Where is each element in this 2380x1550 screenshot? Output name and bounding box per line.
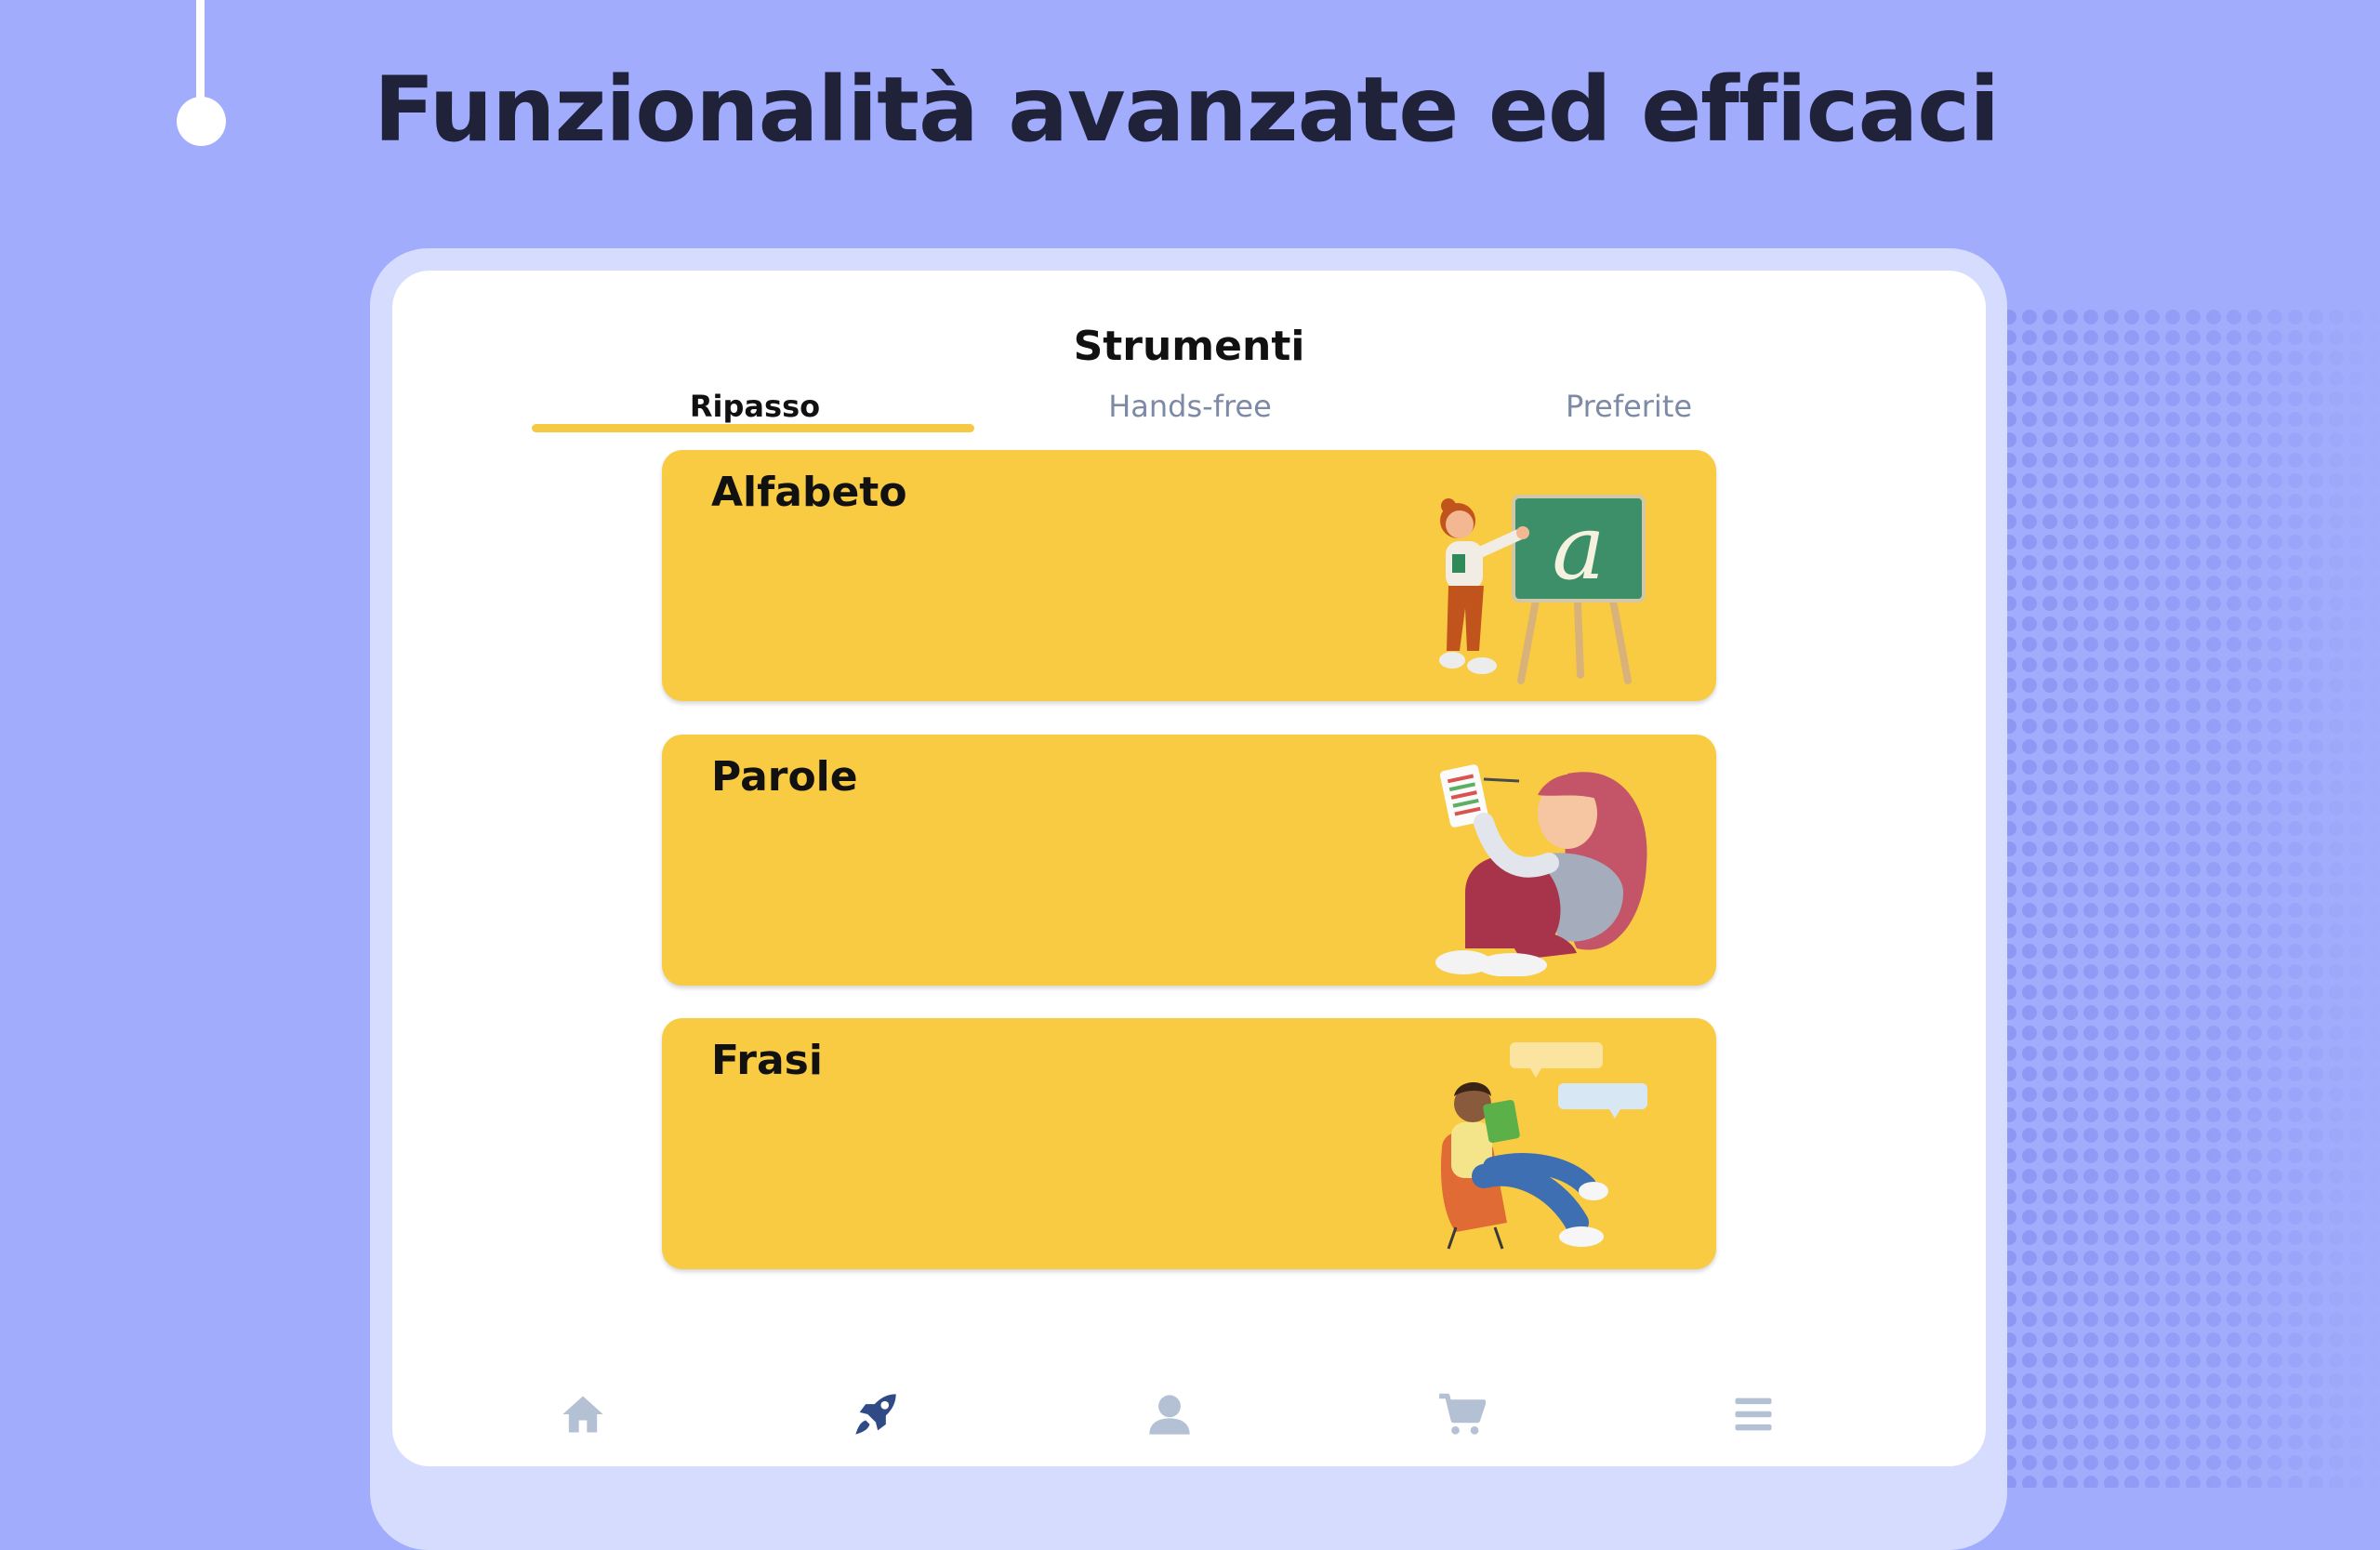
rocket-icon bbox=[855, 1394, 896, 1435]
bottom-nav bbox=[392, 1386, 1986, 1461]
app-screen: Strumenti Ripasso Hands-free Preferite A… bbox=[392, 271, 1986, 1466]
home-icon bbox=[562, 1396, 603, 1433]
card-title: Alfabeto bbox=[711, 469, 907, 516]
nav-tools[interactable] bbox=[848, 1386, 904, 1442]
card-parole[interactable]: Parole bbox=[662, 735, 1716, 986]
active-tab-indicator bbox=[532, 424, 974, 432]
timeline-dot bbox=[177, 97, 226, 146]
menu-icon bbox=[1735, 1398, 1772, 1431]
card-frasi[interactable]: Frasi bbox=[662, 1018, 1716, 1269]
nav-home[interactable] bbox=[555, 1386, 611, 1442]
tab-ripasso[interactable]: Ripasso bbox=[532, 389, 978, 424]
page-headline: Funzionalità avanzate ed efficaci bbox=[374, 58, 2000, 162]
card-alfabeto[interactable]: Alfabeto a bbox=[662, 450, 1716, 701]
tab-preferite[interactable]: Preferite bbox=[1406, 389, 1852, 424]
nav-cart[interactable] bbox=[1434, 1386, 1489, 1442]
nav-profile[interactable] bbox=[1142, 1386, 1197, 1442]
svg-text:a: a bbox=[1552, 496, 1605, 600]
profile-icon bbox=[1149, 1395, 1190, 1435]
teacher-chalkboard-illustration: a bbox=[1439, 495, 1646, 684]
timeline-line bbox=[196, 0, 205, 110]
screen-title: Strumenti bbox=[1073, 323, 1305, 370]
decorative-dot-pattern bbox=[1999, 307, 2380, 1488]
nav-menu[interactable] bbox=[1726, 1386, 1781, 1442]
card-title: Parole bbox=[711, 753, 858, 801]
card-title: Frasi bbox=[711, 1037, 823, 1084]
girl-writing-list-illustration bbox=[1435, 764, 1647, 976]
boy-reading-chair-illustration bbox=[1440, 1042, 1647, 1250]
tab-hands-free[interactable]: Hands-free bbox=[967, 389, 1413, 424]
cart-icon bbox=[1439, 1393, 1486, 1435]
